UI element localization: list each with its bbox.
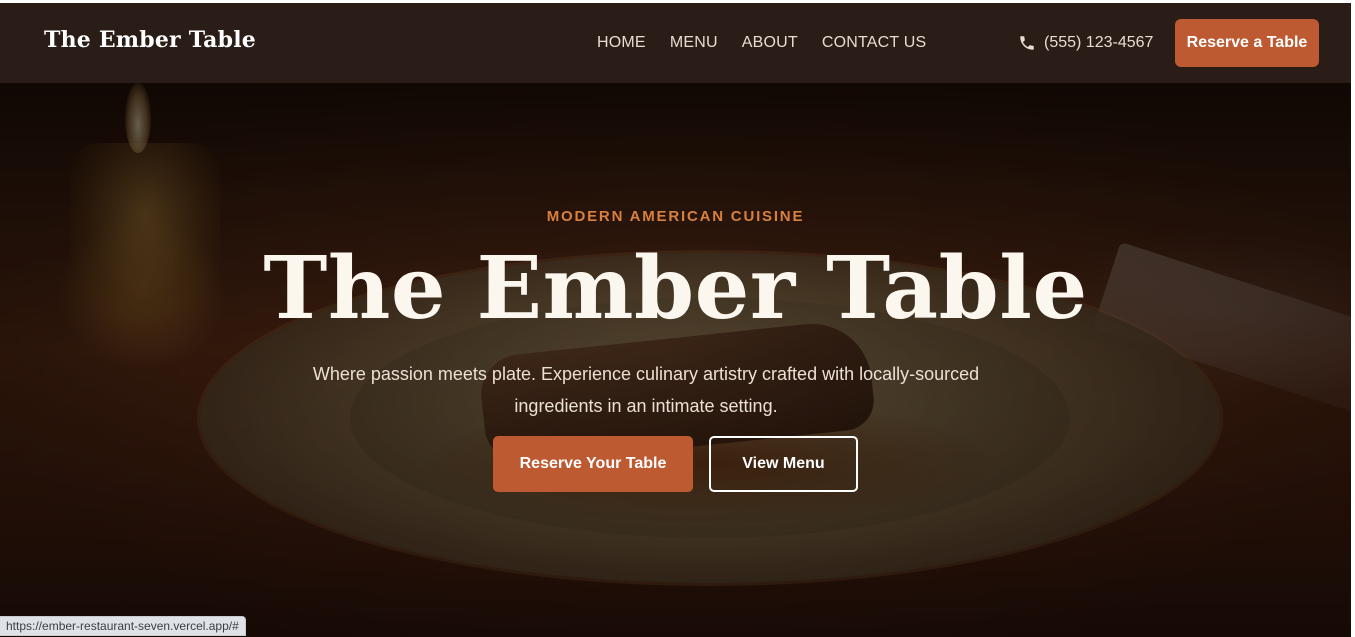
page: The Ember Table HOME MENU ABOUT CONTACT … <box>0 0 1355 637</box>
nav-about-link[interactable]: ABOUT <box>742 34 798 52</box>
reserve-your-table-button[interactable]: Reserve Your Table <box>493 436 693 492</box>
reserve-table-button[interactable]: Reserve a Table <box>1175 19 1319 67</box>
phone-link[interactable]: (555) 123-4567 <box>1018 34 1153 52</box>
nav-home-link[interactable]: HOME <box>597 34 646 52</box>
hero-subtitle: Where passion meets plate. Experience cu… <box>312 364 980 416</box>
brand-logo[interactable]: The Ember Table <box>44 27 256 53</box>
view-menu-button[interactable]: View Menu <box>709 436 858 492</box>
right-edge <box>1351 0 1355 637</box>
main-nav: HOME MENU ABOUT CONTACT US <box>597 34 926 52</box>
hero-title: The Ember Table <box>263 238 1088 339</box>
status-bar-url: https://ember-restaurant-seven.vercel.ap… <box>0 616 246 636</box>
hero-section: MODERN AMERICAN CUISINE The Ember Table … <box>0 83 1351 637</box>
hero-eyebrow: MODERN AMERICAN CUISINE <box>546 208 805 225</box>
phone-icon <box>1018 34 1036 52</box>
nav-menu-link[interactable]: MENU <box>670 34 718 52</box>
phone-number: (555) 123-4567 <box>1044 34 1154 51</box>
nav-contact-link[interactable]: CONTACT US <box>822 34 927 52</box>
site-header: The Ember Table HOME MENU ABOUT CONTACT … <box>0 3 1351 83</box>
